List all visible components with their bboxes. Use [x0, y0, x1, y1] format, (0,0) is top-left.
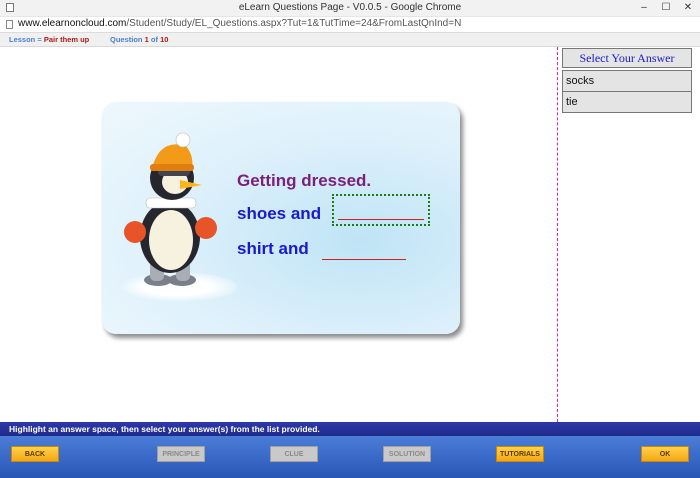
- lesson-separator: =: [37, 35, 42, 44]
- answer-space-1[interactable]: [332, 194, 430, 226]
- principle-button[interactable]: PRINCIPLE: [157, 446, 205, 462]
- lesson-bar: Lesson = Pair them up Question 1 of 10: [0, 33, 700, 47]
- document-icon: [6, 20, 13, 29]
- button-bar: BACK PRINCIPLE CLUE SOLUTION TUTORIALS O…: [0, 436, 700, 478]
- instruction-bar: Highlight an answer space, then select y…: [0, 422, 700, 436]
- solution-button[interactable]: SOLUTION: [383, 446, 431, 462]
- answer-option-tie[interactable]: tie: [562, 91, 692, 113]
- url-text[interactable]: www.elearnoncloud.com/Student/Study/EL_Q…: [18, 18, 461, 29]
- question-counter: Question 1 of 10: [110, 33, 168, 46]
- answer-space-2[interactable]: [322, 259, 406, 260]
- answer-option-socks[interactable]: socks: [562, 70, 692, 92]
- answer-space-underline: [338, 219, 424, 220]
- url-path: /Student/Study/EL_Questions.aspx?Tut=1&T…: [126, 18, 462, 29]
- clue-button[interactable]: CLUE: [270, 446, 318, 462]
- question-of: of: [150, 35, 158, 44]
- question-card: Getting dressed. shoes and shirt and: [102, 102, 460, 334]
- question-heading: Getting dressed.: [237, 171, 372, 190]
- url-domain: www.elearnoncloud.com: [18, 18, 127, 29]
- question-total: 10: [160, 35, 169, 44]
- lesson-label: Lesson: [9, 35, 36, 44]
- ok-button[interactable]: OK: [641, 446, 689, 462]
- answer-panel: Select Your Answer socks tie: [562, 48, 692, 113]
- answer-panel-heading: Select Your Answer: [562, 48, 692, 68]
- tutorials-button[interactable]: TUTORIALS: [496, 446, 544, 462]
- window-titlebar: eLearn Questions Page - V0.0.5 - Google …: [0, 0, 700, 17]
- back-button[interactable]: BACK: [11, 446, 59, 462]
- lesson-info: Lesson = Pair them up: [9, 33, 89, 46]
- maximize-button[interactable]: ☐: [655, 0, 677, 16]
- question-line-2: shirt and: [237, 239, 309, 258]
- panel-divider: [557, 47, 558, 422]
- window-title: eLearn Questions Page - V0.0.5 - Google …: [238, 2, 462, 13]
- lesson-name: Pair them up: [43, 35, 90, 44]
- close-button[interactable]: ✕: [677, 0, 699, 16]
- penguin-illustration: [124, 132, 217, 286]
- minimize-button[interactable]: –: [633, 0, 655, 16]
- address-bar[interactable]: www.elearnoncloud.com/Student/Study/EL_Q…: [0, 17, 700, 33]
- question-current: 1: [144, 35, 149, 44]
- question-label: Question: [110, 35, 143, 44]
- question-line-1: shoes and: [237, 204, 322, 223]
